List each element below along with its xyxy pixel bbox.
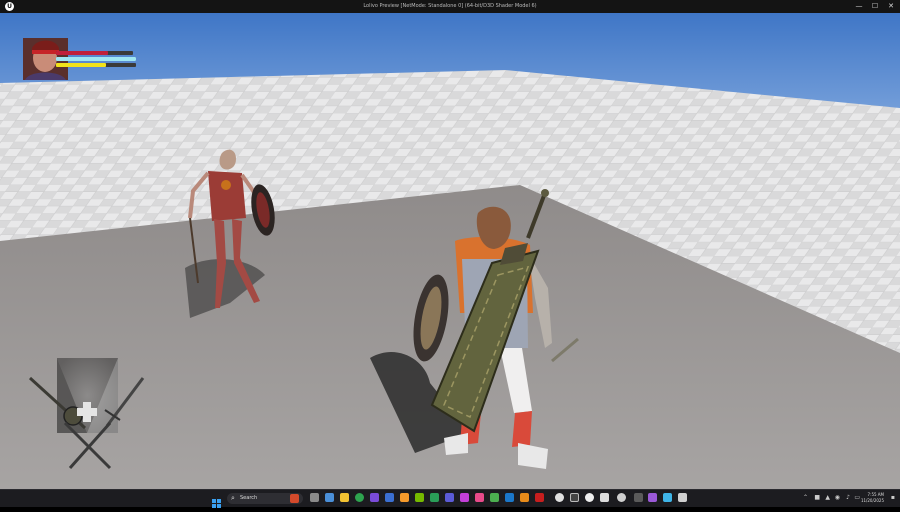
mana-bar [56, 57, 136, 61]
widgets-icon[interactable] [325, 493, 334, 502]
tray-app-icon[interactable]: ■ [814, 494, 820, 501]
nvidia-icon[interactable] [415, 493, 424, 502]
windows-start-icon[interactable] [212, 493, 221, 508]
app-icon-cyan[interactable] [663, 493, 672, 502]
task-view-icon[interactable] [310, 493, 319, 502]
stamina-bar-fill [56, 63, 106, 67]
app-icon-violet[interactable] [648, 493, 657, 502]
app-icon-light[interactable] [678, 493, 687, 502]
weapon-selector [28, 358, 145, 470]
window-title-bar: U Lolivo Preview [NetMode: Standalone 0]… [0, 0, 900, 13]
tray-app-icon-2[interactable]: ▲ [825, 494, 830, 501]
clock-date: 11/20/2025 [860, 498, 884, 503]
app-icon-steam[interactable] [634, 493, 643, 502]
wifi-icon[interactable]: ◉ [835, 494, 840, 501]
app-icon-green[interactable] [430, 493, 439, 502]
volume-icon[interactable]: ♪ [846, 494, 850, 501]
taskbar: ⌕ Search ⌃ ■ ▲ ◉ ♪ ▭ 7:55 AM 11/20/2025 … [0, 489, 900, 508]
health-bar-fill [56, 51, 109, 55]
app-icon-white[interactable] [555, 493, 564, 502]
close-button[interactable]: ✕ [884, 1, 898, 12]
window-title: Lolivo Preview [NetMode: Standalone 0] (… [363, 3, 537, 9]
maximize-button[interactable]: ☐ [868, 1, 882, 12]
app-icon-magenta[interactable] [460, 493, 469, 502]
app-icon-lime[interactable] [490, 493, 499, 502]
search-highlight-icon [290, 494, 299, 503]
search-label: Search [240, 495, 258, 501]
unreal-engine-icon[interactable] [585, 493, 594, 502]
app-icon-red[interactable] [535, 493, 544, 502]
app-icon-pink[interactable] [475, 493, 484, 502]
unreal-editor-icon[interactable] [600, 493, 609, 502]
notification-icon[interactable]: ▪ [891, 494, 895, 501]
app-icon-purple[interactable] [370, 493, 379, 502]
taskbar-search[interactable]: ⌕ Search [227, 493, 303, 504]
mana-bar-fill [56, 57, 136, 61]
app-icon-dark[interactable] [570, 493, 579, 502]
tray-overflow-icon[interactable]: ⌃ [803, 494, 808, 501]
app-icon-grey[interactable] [617, 493, 626, 502]
taskbar-clock[interactable]: 7:55 AM 11/20/2025 [861, 492, 884, 504]
discord-icon[interactable] [445, 493, 454, 502]
stamina-bar [56, 63, 136, 67]
app-icon-orange[interactable] [400, 493, 409, 502]
app-icon-blue[interactable] [385, 493, 394, 502]
game-viewport[interactable] [0, 13, 900, 489]
file-explorer-icon[interactable] [340, 493, 349, 502]
blender-icon[interactable] [520, 493, 529, 502]
chrome-icon[interactable] [355, 493, 364, 502]
search-icon: ⌕ [231, 494, 235, 502]
battery-icon[interactable]: ▭ [854, 494, 860, 501]
minimize-button[interactable]: — [852, 1, 866, 12]
photoshop-icon[interactable] [505, 493, 514, 502]
health-bar [56, 51, 133, 55]
